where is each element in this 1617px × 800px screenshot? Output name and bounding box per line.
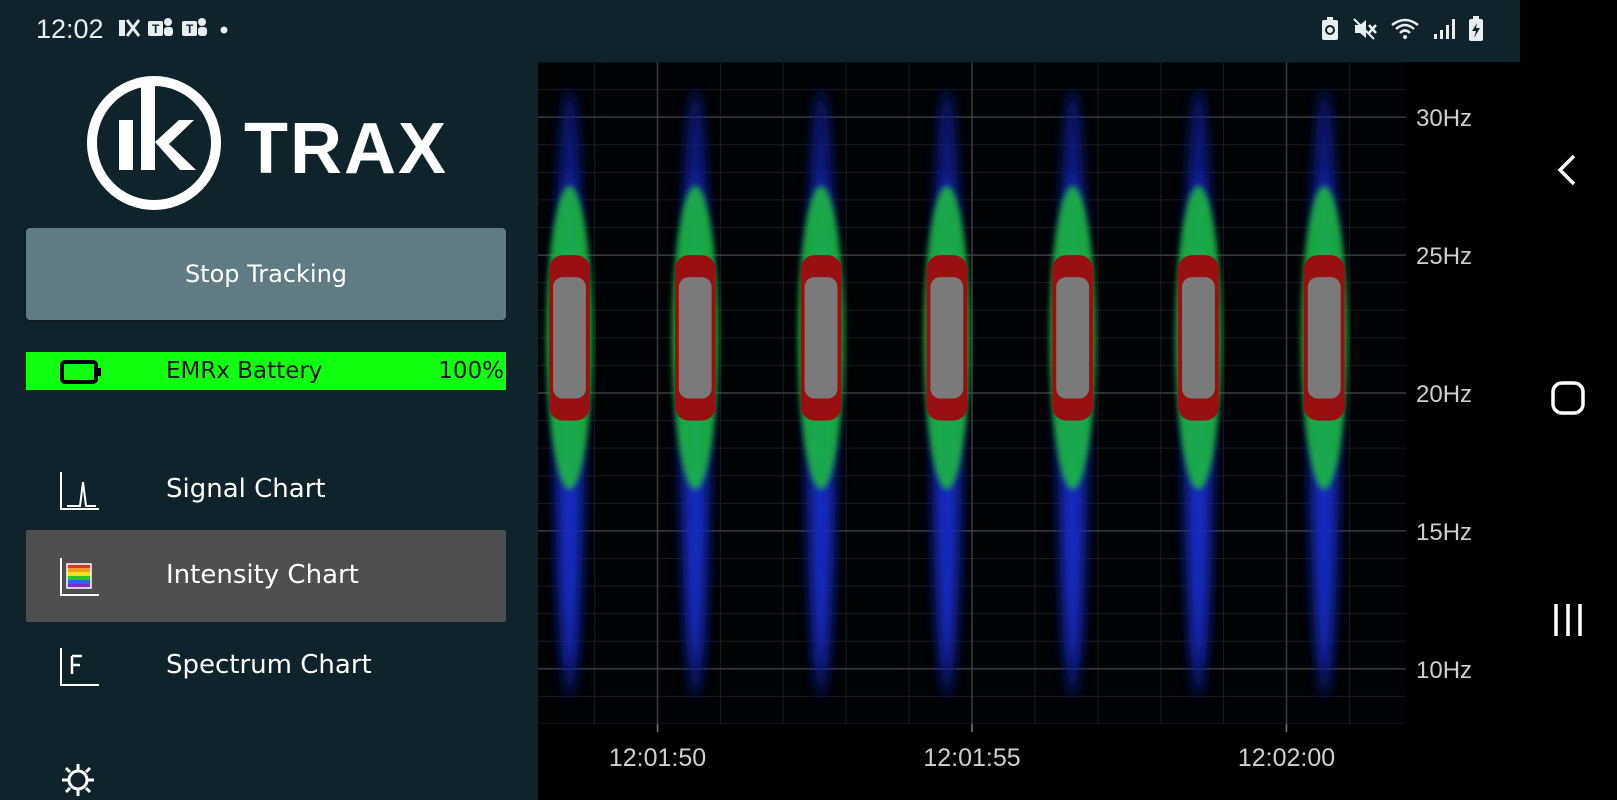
battery-status-bar: EMRx Battery 100% [26, 352, 506, 390]
nav-label-intensity-chart: Intensity Chart [166, 560, 359, 590]
back-icon[interactable] [1548, 150, 1588, 190]
spectrum-chart-icon [60, 648, 99, 686]
y-axis-strip [1406, 62, 1520, 800]
pulse-peak-core [1056, 277, 1090, 399]
y-tick-label: 20Hz [1416, 381, 1472, 408]
nav-item-intensity-chart[interactable]: Intensity Chart [26, 530, 506, 622]
nav-label-spectrum-chart: Spectrum Chart [166, 650, 372, 680]
ik-trax-logo: TRAX [84, 70, 454, 220]
y-tick-label: 25Hz [1416, 243, 1472, 270]
stop-tracking-label: Stop Tracking [184, 260, 348, 288]
pulse-peak-core [1182, 277, 1215, 399]
dot-icon [220, 26, 228, 34]
battery-charging-icon [1469, 16, 1483, 41]
teams-icon: T [182, 18, 207, 36]
intensity-chart-svg: 30Hz 25Hz 20Hz 15Hz 10Hz 12:01:50 12:01:55 12:0… [538, 62, 1520, 800]
battery-icon [60, 360, 101, 384]
y-tick-label: 30Hz [1416, 105, 1472, 132]
pulse-peak-core [804, 277, 838, 399]
logo-text: TRAX [244, 109, 448, 189]
x-tick-label: 12:01:55 [923, 744, 1020, 772]
y-tick-label: 15Hz [1416, 519, 1472, 546]
recents-icon[interactable] [1548, 600, 1588, 640]
wifi-icon [1391, 18, 1419, 39]
nav-item-signal-chart[interactable]: Signal Chart [26, 444, 506, 536]
x-tick-label: 12:01:50 [609, 744, 706, 772]
pulse-peak-core [1307, 277, 1341, 399]
nav-label-signal-chart: Signal Chart [166, 474, 326, 504]
x-tick-label: 12:02:00 [1238, 744, 1335, 772]
recycle-icon [1322, 17, 1338, 40]
sidebar: TRAX Stop Tracking EMRx Battery 100% Sig… [0, 62, 538, 800]
signal-chart-icon [60, 472, 99, 510]
status-time: 12:02 [36, 14, 104, 44]
settings-gear-icon[interactable] [60, 762, 96, 798]
stop-tracking-button[interactable]: Stop Tracking [26, 228, 506, 320]
kx-notification-icon [119, 19, 140, 37]
svg-text:T: T [186, 22, 194, 36]
svg-text:T: T [152, 22, 160, 36]
signal-icon [1434, 19, 1455, 39]
battery-percent: 100% [438, 358, 504, 384]
mute-icon [1353, 18, 1377, 40]
app-window: 12:02 T T TRAX Stop Tracking EMRx Batter… [0, 0, 1520, 800]
y-tick-label: 10Hz [1416, 657, 1472, 684]
intensity-chart[interactable]: 30Hz 25Hz 20Hz 15Hz 10Hz 12:01:50 12:01:55 12:0… [538, 62, 1520, 800]
android-nav-bar [1520, 0, 1617, 800]
nav-item-spectrum-chart[interactable]: Spectrum Chart [26, 620, 506, 712]
status-bar: 12:02 T T [0, 0, 1520, 62]
pulse-peak-core [930, 277, 964, 399]
pulse-peak-core [678, 277, 712, 399]
home-icon[interactable] [1548, 378, 1588, 418]
pulse-peak-core [553, 277, 586, 399]
ik-logo-mark [87, 76, 221, 210]
battery-label: EMRx Battery [166, 358, 323, 384]
teams-icon: T [148, 18, 173, 36]
intensity-chart-icon [60, 558, 99, 596]
